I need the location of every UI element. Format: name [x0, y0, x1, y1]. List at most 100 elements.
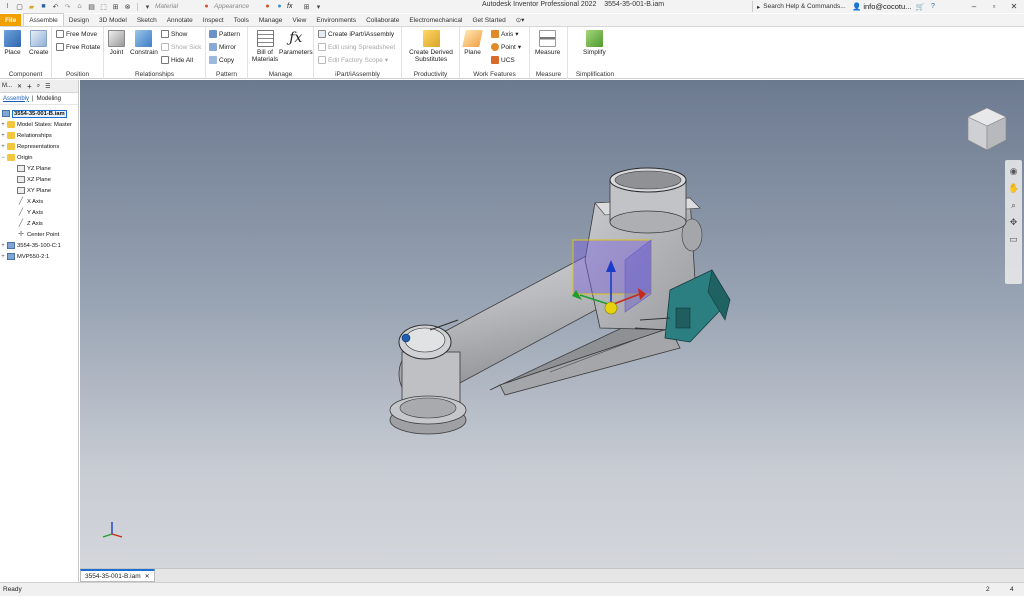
edit-spreadsheet-button[interactable]: Edit using Spreadsheet [318, 43, 395, 51]
place-button[interactable]: Place [4, 30, 21, 56]
tab-sketch[interactable]: Sketch [132, 14, 162, 26]
material-dropdown[interactable]: Material [155, 3, 199, 10]
open-file-icon[interactable]: ▰ [27, 2, 36, 11]
tree-node-relationships[interactable]: + Relationships [0, 130, 78, 141]
create-derived-button[interactable]: Create Derived Substitutes [406, 30, 456, 63]
appearance-dropdown[interactable]: Appearance [214, 3, 260, 10]
select-icon[interactable]: ⬚ [99, 2, 108, 11]
app-logo-icon[interactable]: I [3, 2, 12, 11]
tab-assemble[interactable]: Assemble [23, 13, 64, 26]
cart-icon[interactable]: 🛒 [915, 2, 925, 11]
tree-node-representations[interactable]: + Representations [0, 141, 78, 152]
component-panel-label[interactable]: Component [0, 71, 51, 78]
close-icon[interactable]: ✕ [1004, 0, 1024, 13]
tree-node-subassembly[interactable]: +3554-35-100-C:1 [0, 240, 78, 251]
top-inlet[interactable] [609, 167, 687, 234]
create-button[interactable]: Create [29, 30, 49, 56]
menu-icon[interactable]: ☰ [45, 83, 50, 90]
adjust-icon[interactable]: ● [263, 2, 272, 11]
measure-qat-icon[interactable]: ⊞ [111, 2, 120, 11]
pattern-button[interactable]: Pattern [209, 30, 240, 38]
close-icon[interactable]: ✕ [145, 573, 150, 580]
parameters-button[interactable]: ƒx Parameters [279, 30, 313, 56]
joint-button[interactable]: Joint [108, 30, 125, 56]
look-at-icon[interactable]: ▭ [1008, 234, 1019, 245]
update-icon[interactable]: ▤ [87, 2, 96, 11]
tree-node-x-axis[interactable]: ╱ X Axis [0, 196, 78, 207]
maximize-icon[interactable]: ▫ [984, 0, 1004, 13]
tab-inspect[interactable]: Inspect [198, 14, 229, 26]
tree-node-y-axis[interactable]: ╱ Y Axis [0, 207, 78, 218]
edit-factory-button[interactable]: Edit Factory Scope ▾ [318, 56, 388, 64]
add-icon[interactable]: + [27, 82, 32, 91]
manage-panel-label[interactable]: Manage [248, 71, 313, 78]
tab-get-started[interactable]: Get Started [467, 14, 510, 26]
tab-annotate[interactable]: Annotate [162, 14, 198, 26]
tab-environments[interactable]: Environments [311, 14, 361, 26]
redo-icon[interactable]: ↷ [63, 2, 72, 11]
tree-node-mvp550[interactable]: + MVP550-2:1 [0, 251, 78, 262]
tab-electromechanical[interactable]: Electromechanical [404, 14, 467, 26]
search-help-box[interactable]: ▸ Search Help & Commands... [752, 1, 848, 12]
free-move-button[interactable]: Free Move [56, 30, 97, 38]
tree-node-xz-plane[interactable]: XZ Plane [0, 174, 78, 185]
tab-3d-model[interactable]: 3D Model [94, 14, 132, 26]
qat-more-icon[interactable]: ▾ [314, 2, 323, 11]
pan-hand-icon[interactable]: ✋ [1008, 183, 1019, 194]
pattern-panel-label[interactable]: Pattern [206, 71, 247, 78]
help-icon[interactable]: ? [928, 2, 937, 11]
expand-icon[interactable]: + [0, 254, 6, 260]
tree-node-model-states[interactable]: + Model States: Master [0, 119, 78, 130]
plane-button[interactable]: Plane [462, 30, 483, 56]
home-icon[interactable]: ⌂ [75, 2, 84, 11]
ilogic-icon[interactable]: ⊞ [302, 2, 311, 11]
expand-icon[interactable]: + [0, 144, 6, 150]
tree-node-origin[interactable]: − Origin [0, 152, 78, 163]
tab-manage[interactable]: Manage [254, 14, 288, 26]
graphics-viewport[interactable] [80, 80, 1024, 568]
productivity-panel-label[interactable]: Productivity [402, 71, 459, 78]
document-tab[interactable]: 3554-35-001-B.iam ✕ [80, 569, 155, 582]
tab-file[interactable]: File [0, 14, 22, 26]
material-dropdown-icon[interactable]: ▾ [143, 2, 152, 11]
tree-node-yz-plane[interactable]: YZ Plane [0, 163, 78, 174]
simplify-button[interactable]: Simplify [583, 30, 606, 56]
tab-overflow-icon[interactable]: ⊙▾ [511, 14, 530, 26]
clear-override-icon[interactable]: ⊗ [123, 2, 132, 11]
tree-node-xy-plane[interactable]: XY Plane [0, 185, 78, 196]
ucs-button[interactable]: UCS [491, 56, 515, 64]
free-rotate-button[interactable]: Free Rotate [56, 43, 100, 51]
save-icon[interactable]: ■ [39, 2, 48, 11]
user-account[interactable]: 👤 info@cocotu... [852, 2, 911, 11]
copy-button[interactable]: Copy [209, 56, 234, 64]
constrain-button[interactable]: Constrain [130, 30, 158, 56]
viewcube[interactable] [966, 106, 1008, 154]
relationships-panel-label[interactable]: Relationships [104, 71, 205, 78]
close-icon[interactable]: ✕ [17, 83, 22, 90]
tab-design[interactable]: Design [64, 14, 94, 26]
mirror-button[interactable]: Mirror [209, 43, 236, 51]
point-button[interactable]: Point ▾ [491, 43, 521, 51]
collapse-icon[interactable]: − [0, 155, 6, 161]
fx-button[interactable]: fx [287, 3, 299, 10]
hide-all-button[interactable]: Hide All [161, 56, 193, 64]
measure-button[interactable]: Measure [535, 30, 560, 56]
bom-button[interactable]: Bill of Materials [250, 30, 280, 63]
tab-assembly[interactable]: Assembly [3, 96, 29, 102]
clear-appearance-icon[interactable]: ● [275, 2, 284, 11]
search-icon[interactable]: ⌕ [37, 83, 40, 90]
minimize-icon[interactable]: – [964, 0, 984, 13]
expand-icon[interactable]: + [0, 133, 6, 139]
tab-tools[interactable]: Tools [229, 14, 254, 26]
tree-node-root[interactable]: 3554-35-001-B.iam [0, 108, 78, 119]
orbit-icon[interactable]: ✥ [1008, 217, 1019, 228]
position-panel-label[interactable]: Position [52, 71, 103, 78]
tree-node-z-axis[interactable]: ╱ Z Axis [0, 218, 78, 229]
assembly-model[interactable] [80, 80, 1024, 568]
zoom-icon[interactable]: ⌕ [1008, 200, 1019, 211]
new-file-icon[interactable]: ▢ [15, 2, 24, 11]
steering-wheel-icon[interactable]: ◉ [1008, 166, 1019, 177]
tab-collaborate[interactable]: Collaborate [361, 14, 404, 26]
expand-icon[interactable]: + [0, 122, 6, 128]
undo-icon[interactable]: ↶ [51, 2, 60, 11]
